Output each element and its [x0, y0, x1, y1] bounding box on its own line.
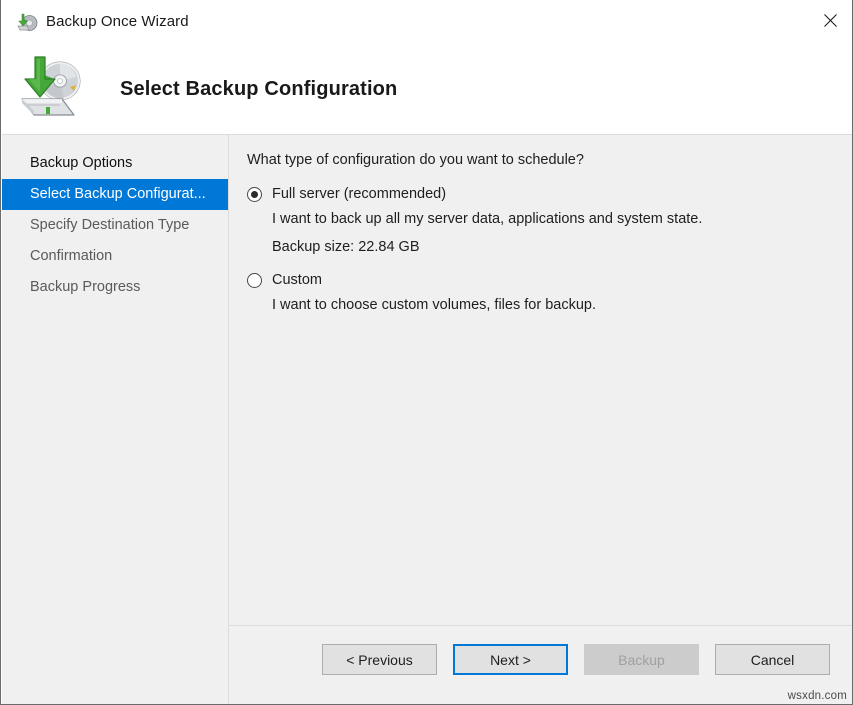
backup-size-text: Backup size: 22.84 GB [272, 239, 702, 255]
sidebar-item-confirmation[interactable]: Confirmation [2, 241, 228, 272]
option-custom: Custom I want to choose custom volumes, … [247, 272, 596, 313]
title-bar: Backup Once Wizard [1, 0, 853, 46]
sidebar-item-backup-options[interactable]: Backup Options [2, 148, 228, 179]
radio-label-custom: Custom [272, 272, 322, 288]
footer-button-row: < Previous Next > Backup Cancel [322, 644, 830, 675]
backup-once-wizard-window: Backup Once Wizard [0, 0, 853, 705]
configuration-question: What type of configuration do you want t… [247, 152, 584, 168]
radio-label-full-server: Full server (recommended) [272, 186, 446, 202]
backup-disc-drive-icon [16, 55, 90, 121]
wizard-steps-sidebar: Backup Options Select Backup Configurat.… [2, 135, 229, 704]
close-icon[interactable] [807, 0, 853, 40]
backup-button: Backup [584, 644, 699, 675]
sidebar-step-list: Backup Options Select Backup Configurat.… [2, 148, 228, 303]
option-full-server: Full server (recommended) I want to back… [247, 186, 702, 255]
watermark: wsxdn.com [788, 690, 847, 702]
backup-disc-icon [16, 12, 38, 34]
cancel-button[interactable]: Cancel [715, 644, 830, 675]
full-server-description: I want to back up all my server data, ap… [272, 211, 702, 227]
wizard-header: Select Backup Configuration [2, 46, 853, 135]
previous-button[interactable]: < Previous [322, 644, 437, 675]
main-content-panel: What type of configuration do you want t… [229, 135, 853, 625]
page-title: Select Backup Configuration [120, 78, 397, 101]
radio-custom[interactable]: Custom [247, 272, 596, 288]
sidebar-item-specify-destination-type[interactable]: Specify Destination Type [2, 210, 228, 241]
radio-button-icon-unselected[interactable] [247, 273, 262, 288]
wizard-footer: < Previous Next > Backup Cancel [229, 625, 853, 705]
custom-description: I want to choose custom volumes, files f… [272, 297, 596, 313]
radio-full-server[interactable]: Full server (recommended) [247, 186, 702, 202]
window-title: Backup Once Wizard [46, 13, 189, 30]
sidebar-item-select-backup-configuration[interactable]: Select Backup Configurat... [2, 179, 228, 210]
next-button[interactable]: Next > [453, 644, 568, 675]
radio-button-icon-selected[interactable] [247, 187, 262, 202]
sidebar-item-backup-progress[interactable]: Backup Progress [2, 272, 228, 303]
